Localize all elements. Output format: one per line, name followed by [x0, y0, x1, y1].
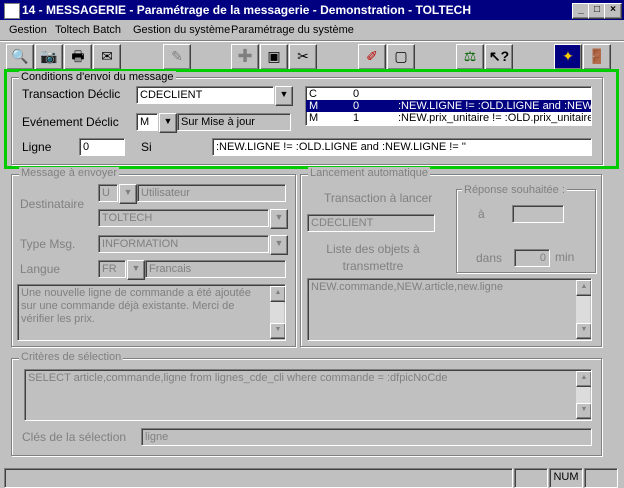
ligne-label: Ligne	[22, 140, 52, 154]
sql-text-area: SELECT article,commande,ligne from ligne…	[24, 369, 592, 421]
dest-type-dropdown-button[interactable]: ▼	[119, 184, 137, 204]
transaction-lancer-field: CDECLIENT	[307, 214, 435, 232]
cles-field: ligne	[141, 428, 592, 446]
status-main	[4, 468, 513, 488]
langue-dropdown-button[interactable]: ▼	[127, 260, 145, 280]
transaction-dropdown-button[interactable]: ▼	[275, 86, 293, 106]
objets-text-area: NEW.commande,NEW.article,new.ligne ▲ ▼	[307, 278, 592, 341]
help-icon[interactable]: ↖?	[485, 44, 513, 70]
message-scrollbar[interactable]: ▲ ▼	[270, 286, 285, 339]
a-field	[512, 205, 564, 223]
si-condition-field[interactable]: :NEW.LIGNE != :OLD.LIGNE and :NEW.LIGNE …	[212, 138, 592, 156]
langue-code-field: FR	[98, 260, 126, 278]
edit-disabled-icon[interactable]: ✎	[163, 44, 191, 70]
si-label: Si	[141, 140, 152, 154]
transaction-lancer-label: Transaction à lancer	[324, 191, 433, 205]
magnifier-icon[interactable]: 🔍	[6, 44, 34, 70]
status-num: NUM	[549, 468, 583, 488]
dest-type-field: U	[98, 184, 118, 202]
plus-icon[interactable]: ✚	[231, 44, 259, 70]
envelope-icon[interactable]: ✉	[93, 44, 121, 70]
dans-field: 0	[514, 249, 550, 267]
destinataire-label: Destinataire	[20, 197, 85, 211]
title-bar[interactable]: 14 - MESSAGERIE - Paramétrage de la mess…	[0, 0, 624, 20]
scale-icon[interactable]: ⚖	[456, 44, 484, 70]
type-msg-dropdown-button[interactable]: ▼	[270, 235, 288, 255]
menu-parametrage-systeme[interactable]: Paramétrage du système	[231, 24, 354, 36]
destinataire-dropdown-button[interactable]: ▼	[270, 209, 288, 229]
message-legend: Message à envoyer	[19, 167, 119, 179]
a-label: à	[478, 207, 485, 221]
reponse-legend: Réponse souhaitée :	[462, 184, 567, 196]
menu-toltech-batch[interactable]: Toltech Batch	[55, 24, 121, 36]
langue-label: Langue	[20, 262, 61, 276]
list-item[interactable]: C 0	[306, 88, 591, 100]
list-item[interactable]: M 1 :NEW.prix_unitaire != :OLD.prix_unit…	[306, 112, 591, 124]
status-panel	[514, 468, 548, 488]
menu-gestion-systeme[interactable]: Gestion du système	[133, 24, 230, 36]
conditions-list[interactable]: C 0 M 0 :NEW.LIGNE != :OLD.LIGNE and :NE…	[305, 86, 592, 126]
ligne-field[interactable]: 0	[79, 138, 125, 156]
exit-door-icon[interactable]: 🚪	[583, 44, 611, 70]
eraser-icon[interactable]: ✐	[358, 44, 386, 70]
new-page-icon[interactable]: ▢	[387, 44, 415, 70]
criteres-legend: Critères de sélection	[19, 351, 124, 363]
list-item-selected[interactable]: M 0 :NEW.LIGNE != :OLD.LIGNE and :NEW.L	[306, 100, 591, 112]
close-button[interactable]: ×	[604, 3, 622, 19]
message-text-area: Une nouvelle ligne de commande a été ajo…	[17, 284, 286, 341]
conditions-legend: Conditions d'envoi du message	[19, 71, 176, 83]
type-msg-label: Type Msg.	[20, 237, 76, 251]
objets-scrollbar[interactable]: ▲ ▼	[576, 280, 591, 339]
evenement-desc-field: Sur Mise à jour	[177, 113, 291, 131]
objets-label: Liste des objets à transmettre	[326, 242, 420, 273]
menu-gestion[interactable]: Gestion	[9, 24, 47, 36]
dans-label: dans	[476, 251, 503, 265]
printer-icon[interactable]: 🖶	[64, 44, 92, 70]
transaction-declic-field[interactable]: CDECLIENT	[136, 86, 274, 104]
langue-desc-field: Francais	[145, 260, 286, 278]
destinataire-field: TOLTECH	[98, 209, 269, 227]
lancement-legend: Lancement automatique	[308, 167, 431, 179]
app-icon[interactable]	[4, 3, 20, 19]
save-icon[interactable]: ▣	[260, 44, 288, 70]
transaction-declic-label: Transaction Déclic	[22, 87, 121, 101]
camera-icon[interactable]: 📷	[35, 44, 63, 70]
evenement-code-field[interactable]: M	[136, 113, 158, 131]
scissors-icon[interactable]: ✂	[289, 44, 317, 70]
app-launch-icon[interactable]: ✦	[554, 44, 582, 70]
type-msg-field: INFORMATION	[98, 235, 269, 253]
min-label: min	[555, 250, 575, 264]
evenement-dropdown-button[interactable]: ▼	[159, 113, 177, 133]
cles-label: Clés de la sélection	[22, 430, 127, 444]
sql-scrollbar[interactable]: ▲ ▼	[576, 371, 591, 419]
dest-type-desc-field: Utilisateur	[137, 184, 286, 202]
evenement-declic-label: Evénement Déclic	[22, 115, 119, 129]
menu-bar: Gestion Toltech Batch Gestion du système…	[0, 20, 624, 40]
window-title: 14 - MESSAGERIE - Paramétrage de la mess…	[22, 3, 472, 17]
status-panel	[584, 468, 618, 488]
